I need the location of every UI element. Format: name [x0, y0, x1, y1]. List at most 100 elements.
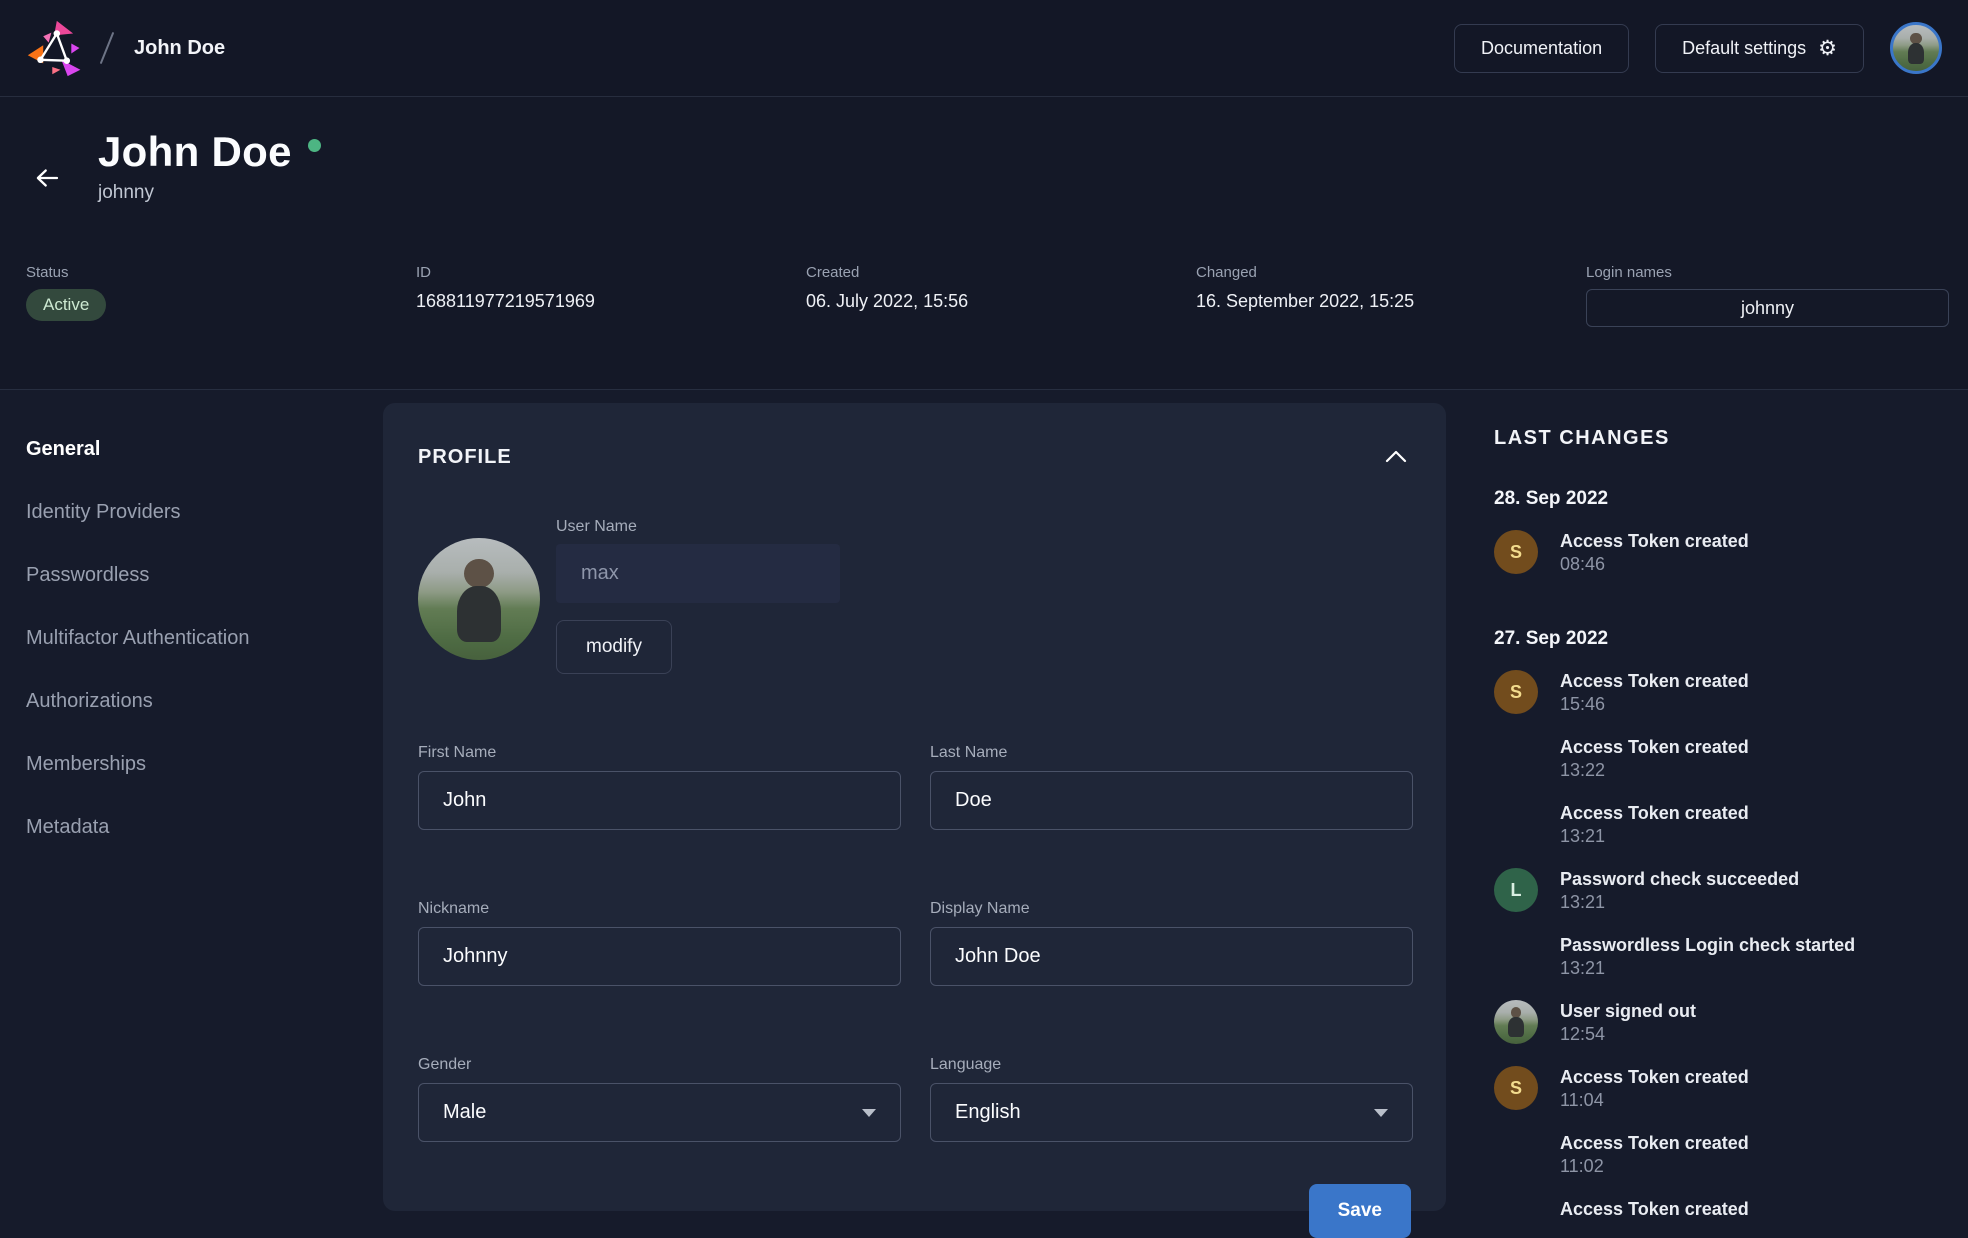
nickname-field-group: Nickname	[418, 900, 901, 986]
sidebar-item-identity-providers[interactable]: Identity Providers	[26, 498, 383, 526]
user-meta-row: Status Active ID 168811977219571969 Crea…	[0, 264, 1968, 327]
modify-button-label: modify	[586, 636, 642, 657]
event-time: 11:02	[1560, 1155, 1749, 1178]
user-avatar[interactable]	[1890, 22, 1942, 74]
sidebar-item-multifactor-authentication[interactable]: Multifactor Authentication	[26, 624, 383, 652]
timeline-entry: User signed out 12:54	[1494, 1000, 1968, 1046]
event-title: Access Token created	[1560, 1066, 1749, 1089]
display-name-field-group: Display Name	[930, 900, 1413, 986]
first-name-field-group: First Name	[418, 744, 901, 830]
created-label: Created	[806, 264, 1196, 281]
first-name-input[interactable]	[418, 771, 901, 830]
collapse-section-button[interactable]	[1381, 445, 1411, 470]
timeline-entry: Access Token created	[1494, 1198, 1968, 1238]
sidebar-item-general[interactable]: General	[26, 435, 383, 463]
documentation-button-label: Documentation	[1481, 38, 1602, 59]
id-label: ID	[416, 264, 806, 281]
chevron-up-icon	[1385, 449, 1407, 463]
last-changes-panel: LAST CHANGES 28. Sep 2022 S Access Token…	[1494, 403, 1968, 1238]
save-button-label: Save	[1338, 1200, 1382, 1221]
username-input[interactable]	[556, 544, 840, 603]
language-select[interactable]: English	[930, 1083, 1413, 1142]
display-name-label: Display Name	[930, 900, 1413, 918]
meta-status: Status Active	[26, 264, 416, 321]
avatar-spacer	[1494, 934, 1538, 980]
meta-login-names: Login names johnny	[1586, 264, 1949, 327]
event-time: 13:21	[1560, 891, 1799, 914]
event-time: 08:46	[1560, 553, 1749, 576]
profile-avatar[interactable]	[418, 538, 540, 660]
zitadel-logo[interactable]	[26, 19, 84, 77]
language-label: Language	[930, 1056, 1413, 1074]
display-name-input[interactable]	[930, 927, 1413, 986]
status-label: Status	[26, 264, 416, 281]
event-title: Access Token created	[1560, 802, 1749, 825]
default-settings-button[interactable]: Default settings ⚙	[1655, 24, 1864, 73]
event-time: 11:04	[1560, 1089, 1749, 1112]
language-field-group: Language English	[930, 1056, 1413, 1142]
event-time: 13:21	[1560, 957, 1855, 980]
actor-avatar-initial: L	[1494, 868, 1538, 912]
gender-label: Gender	[418, 1056, 901, 1074]
avatar-spacer	[1494, 736, 1538, 782]
actor-avatar-photo	[1494, 1000, 1538, 1044]
timeline-entry: Access Token created 13:21	[1494, 802, 1968, 848]
created-value: 06. July 2022, 15:56	[806, 291, 1196, 312]
timeline-date: 27. Sep 2022	[1494, 628, 1968, 650]
first-name-label: First Name	[418, 744, 901, 762]
nickname-input[interactable]	[418, 927, 901, 986]
last-name-label: Last Name	[930, 744, 1413, 762]
gender-select[interactable]: Male	[418, 1083, 901, 1142]
sidebar: General Identity Providers Passwordless …	[0, 403, 383, 1238]
back-button[interactable]	[26, 157, 68, 202]
timeline-entry: L Password check succeeded 13:21	[1494, 868, 1968, 914]
back-arrow-icon	[32, 163, 62, 193]
event-title: Passwordless Login check started	[1560, 934, 1855, 957]
nickname-label: Nickname	[418, 900, 901, 918]
actor-avatar-initial: S	[1494, 1066, 1538, 1110]
event-title: Access Token created	[1560, 670, 1749, 693]
default-settings-button-label: Default settings	[1682, 38, 1806, 59]
event-time: 15:46	[1560, 693, 1749, 716]
profile-card: PROFILE User Name modify First	[383, 403, 1446, 1211]
page-title: John Doe	[98, 128, 292, 176]
actor-avatar-initial: S	[1494, 670, 1538, 714]
timeline-date: 28. Sep 2022	[1494, 488, 1968, 510]
sidebar-item-passwordless[interactable]: Passwordless	[26, 561, 383, 589]
timeline-entry: S Access Token created 11:04	[1494, 1066, 1968, 1112]
gender-field-group: Gender Male	[418, 1056, 901, 1142]
timeline-entry: Access Token created 11:02	[1494, 1132, 1968, 1178]
dropdown-caret-icon	[1374, 1109, 1388, 1117]
timeline-entry: S Access Token created 15:46	[1494, 670, 1968, 716]
last-name-input[interactable]	[930, 771, 1413, 830]
avatar-spacer	[1494, 802, 1538, 848]
event-time: 13:22	[1560, 759, 1749, 782]
meta-id: ID 168811977219571969	[416, 264, 806, 312]
sidebar-item-memberships[interactable]: Memberships	[26, 750, 383, 778]
modify-button[interactable]: modify	[556, 620, 672, 674]
documentation-button[interactable]: Documentation	[1454, 24, 1629, 73]
changed-label: Changed	[1196, 264, 1586, 281]
zitadel-logo-icon	[26, 19, 84, 77]
meta-changed: Changed 16. September 2022, 15:25	[1196, 264, 1586, 312]
user-header: John Doe johnny	[0, 97, 1968, 204]
timeline-entry: S Access Token created 08:46	[1494, 530, 1968, 576]
login-names-label: Login names	[1586, 264, 1949, 281]
event-time: 12:54	[1560, 1023, 1696, 1046]
event-title: Access Token created	[1560, 1198, 1749, 1221]
breadcrumb[interactable]: John Doe	[134, 37, 225, 60]
meta-created: Created 06. July 2022, 15:56	[806, 264, 1196, 312]
event-time: 13:21	[1560, 825, 1749, 848]
profile-section-title: PROFILE	[418, 446, 512, 469]
changed-value: 16. September 2022, 15:25	[1196, 291, 1586, 312]
last-name-field-group: Last Name	[930, 744, 1413, 830]
sidebar-item-metadata[interactable]: Metadata	[26, 813, 383, 841]
username-label: User Name	[556, 518, 840, 536]
timeline-entry: Access Token created 13:22	[1494, 736, 1968, 782]
event-title: User signed out	[1560, 1000, 1696, 1023]
sidebar-item-authorizations[interactable]: Authorizations	[26, 687, 383, 715]
id-value: 168811977219571969	[416, 291, 806, 312]
save-button[interactable]: Save	[1309, 1184, 1411, 1238]
top-nav: John Doe Documentation Default settings …	[0, 0, 1968, 97]
timeline-entry: Passwordless Login check started 13:21	[1494, 934, 1968, 980]
